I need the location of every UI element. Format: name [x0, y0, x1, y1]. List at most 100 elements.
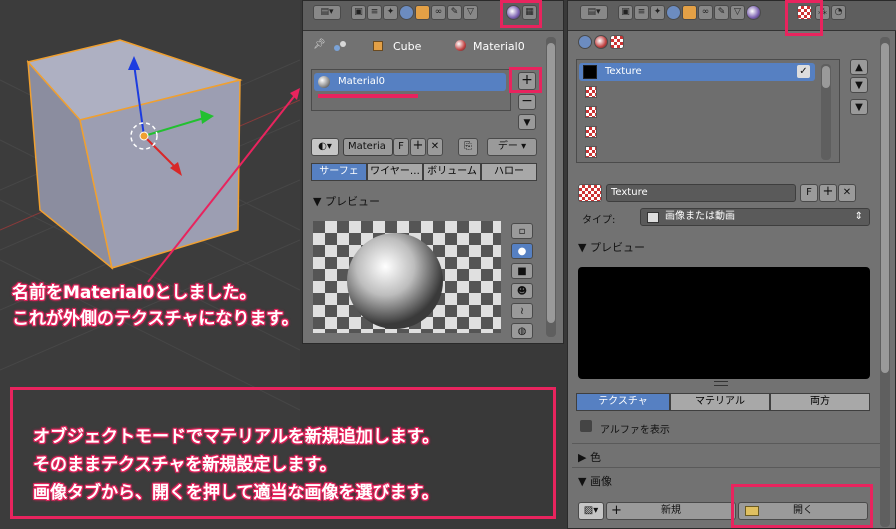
- annotation-box-line-3: 画像タブから、開くを押して適当な画像を選びます。: [33, 483, 439, 503]
- resize-handle[interactable]: [714, 381, 728, 386]
- type-dropdown[interactable]: 画像または動画 ⇕: [640, 208, 870, 226]
- show-alpha-label: アルファを表示: [600, 425, 670, 436]
- cube-icon: [373, 41, 383, 51]
- slot-specials-button[interactable]: ▼: [518, 114, 536, 130]
- type-value: 画像または動画: [665, 211, 735, 222]
- layers-tab-icon[interactable]: ≡: [367, 5, 382, 20]
- scrollbar[interactable]: [880, 37, 890, 527]
- material-slot-name: Material0: [338, 76, 385, 87]
- constraints-tab-icon[interactable]: ∞: [698, 5, 713, 20]
- slot-specials-button[interactable]: ▼: [850, 99, 868, 115]
- modifier-tab-icon[interactable]: ✎: [447, 5, 462, 20]
- tab-both[interactable]: 両方: [770, 393, 870, 411]
- constraints-tab-icon[interactable]: ∞: [431, 5, 446, 20]
- texture-slot-list[interactable]: Texture ✓: [576, 59, 840, 163]
- texture-name-field[interactable]: Texture: [606, 184, 796, 202]
- fake-user-button[interactable]: F: [800, 184, 818, 202]
- image-section-header[interactable]: ▼ 画像: [578, 473, 612, 489]
- render-tab-icon[interactable]: ▣: [618, 5, 633, 20]
- new-image-button[interactable]: + 新規: [606, 502, 736, 520]
- highlight-texture-tab: [785, 0, 823, 36]
- world-tab-icon[interactable]: [399, 5, 414, 20]
- render-tab-icon[interactable]: ▣: [351, 5, 366, 20]
- preview-section-header[interactable]: ▼ プレビュー: [578, 239, 645, 255]
- empty-slot-icon[interactable]: [585, 146, 597, 158]
- annotation-line-1: 名前をMaterial0としました。: [12, 283, 257, 303]
- data-tab-icon[interactable]: ▽: [730, 5, 745, 20]
- highlight-add-button: [509, 67, 542, 93]
- scene-icon: [333, 40, 347, 52]
- breadcrumb-material: Material0: [473, 40, 525, 53]
- empty-slot-icon[interactable]: [585, 106, 597, 118]
- browse-image-button[interactable]: ▨▾: [578, 502, 604, 520]
- texture-black-icon: [583, 65, 597, 79]
- world-tab-icon[interactable]: [666, 5, 681, 20]
- browse-texture-button[interactable]: [578, 184, 602, 202]
- preview-section-header[interactable]: ▼ プレビュー: [313, 193, 380, 209]
- object-tab-icon[interactable]: [682, 5, 697, 20]
- move-up-button[interactable]: ▲: [850, 59, 868, 75]
- material-slot-item[interactable]: Material0: [314, 73, 506, 91]
- tab-halo[interactable]: ハロー: [481, 163, 537, 181]
- preview-flat-icon[interactable]: ▫: [511, 223, 533, 239]
- unlink-material-button[interactable]: ✕: [427, 138, 443, 156]
- show-alpha-checkbox[interactable]: [580, 420, 592, 432]
- tab-texture[interactable]: テクスチャ: [576, 393, 670, 411]
- copy-material-icon[interactable]: ⎘: [458, 138, 478, 156]
- new-material-button[interactable]: +: [410, 138, 426, 156]
- divider: [572, 443, 888, 444]
- tab-wire[interactable]: ワイヤー…: [367, 163, 423, 181]
- scene-tab-icon[interactable]: ✦: [650, 5, 665, 20]
- data-dropdown[interactable]: デー ▾: [487, 138, 537, 156]
- remove-slot-button[interactable]: −: [518, 94, 536, 110]
- other-texture-context-icon[interactable]: [610, 35, 624, 49]
- preview-sky-icon[interactable]: ◍: [511, 323, 533, 339]
- move-down-button[interactable]: ▼: [850, 77, 868, 93]
- type-label: タイプ:: [582, 215, 616, 226]
- annotation-box: オブジェクトモードでマテリアルを新規追加します。 そのままテクスチャを新規設定し…: [10, 387, 556, 519]
- physics-tab-icon[interactable]: ◔: [831, 5, 846, 20]
- modifier-tab-icon[interactable]: ✎: [714, 5, 729, 20]
- fake-user-button[interactable]: F: [393, 138, 409, 156]
- color-section-header[interactable]: ▶ 色: [578, 449, 601, 465]
- texture-preview: [578, 267, 870, 379]
- annotation-box-line-1: オブジェクトモードでマテリアルを新規追加します。: [33, 427, 440, 447]
- material-tab-icon[interactable]: [746, 5, 761, 20]
- editor-type-icon[interactable]: ▤▾: [580, 5, 608, 20]
- texture-slot-item[interactable]: Texture ✓: [579, 63, 815, 81]
- breadcrumb: 📌︎ Cube Material0: [311, 39, 551, 55]
- preview-sphere-icon[interactable]: ●: [511, 243, 533, 259]
- pin-icon[interactable]: 📌︎: [313, 39, 326, 50]
- object-tab-icon[interactable]: [415, 5, 430, 20]
- preview-monkey-icon[interactable]: ☻: [511, 283, 533, 299]
- data-tab-icon[interactable]: ▽: [463, 5, 478, 20]
- tab-surface[interactable]: サーフェ: [311, 163, 367, 181]
- texture-enabled-checkbox[interactable]: ✓: [797, 65, 810, 78]
- list-scrollbar[interactable]: [821, 64, 831, 160]
- tab-volume[interactable]: ボリューム: [423, 163, 481, 181]
- preview-hair-icon[interactable]: ≀: [511, 303, 533, 319]
- annotation-line-2: これが外側のテクスチャになります。: [12, 309, 299, 329]
- material-slot-list[interactable]: Material0: [311, 69, 511, 111]
- breadcrumb-object: Cube: [393, 40, 422, 53]
- tab-material[interactable]: マテリアル: [670, 393, 770, 411]
- image-type-icon: [647, 212, 659, 223]
- material-sphere-icon: [318, 76, 330, 88]
- annotation-box-line-2: そのままテクスチャを新規設定します。: [33, 455, 337, 475]
- layers-tab-icon[interactable]: ≡: [634, 5, 649, 20]
- scene-tab-icon[interactable]: ✦: [383, 5, 398, 20]
- browse-material-button[interactable]: ◐▾: [311, 138, 339, 156]
- empty-slot-icon[interactable]: [585, 126, 597, 138]
- editor-type-icon[interactable]: ▤▾: [313, 5, 341, 20]
- empty-slot-icon[interactable]: [585, 86, 597, 98]
- material-texture-context-icon[interactable]: [594, 35, 608, 49]
- scrollbar[interactable]: [546, 37, 556, 337]
- preview-cube-icon[interactable]: ■: [511, 263, 533, 279]
- unlink-texture-button[interactable]: ✕: [838, 184, 856, 202]
- world-texture-context-icon[interactable]: [578, 35, 592, 49]
- texture-properties-panel: ▤▾ ▣ ≡ ✦ ∞ ✎ ▽ ⁂ ◔ Texture ✓ ▲ ▼ ▼ Textu…: [567, 0, 896, 529]
- material-name-field[interactable]: Materia: [343, 138, 393, 156]
- material-preview: [313, 221, 501, 333]
- new-texture-button[interactable]: +: [819, 184, 837, 202]
- plus-icon: +: [611, 503, 622, 518]
